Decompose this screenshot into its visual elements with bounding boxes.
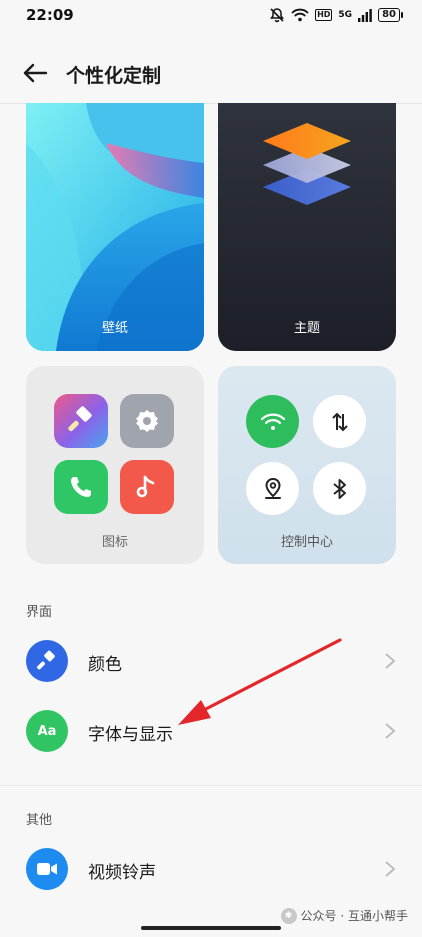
video-camera-icon [26, 848, 68, 890]
data-transfer-icon [331, 412, 348, 431]
theme-tile[interactable]: 主题 [218, 103, 396, 351]
watermark-text: 公众号 · 互通小帮手 [300, 909, 408, 923]
mobile-data-toggle [313, 395, 366, 448]
paint-brush-icon [26, 640, 68, 682]
chevron-right-icon [385, 723, 396, 739]
bluetooth-toggle [313, 462, 366, 515]
location-toggle [246, 462, 299, 515]
control-center-label: 控制中心 [280, 535, 333, 550]
color-label: 颜色 [88, 655, 122, 675]
icons-label: 图标 [101, 535, 128, 550]
font-aa-icon: Aa [26, 710, 68, 752]
arrow-left-icon [23, 63, 48, 83]
battery-indicator: 80 [378, 8, 403, 22]
font-aa-icon-text: Aa [37, 723, 57, 739]
wifi-icon [260, 413, 285, 430]
layers-icon [263, 123, 351, 205]
network-type: 5G [338, 10, 353, 20]
back-button[interactable] [20, 60, 50, 86]
settings-gear-app-icon [120, 394, 174, 448]
hd-badge: HD [315, 9, 333, 21]
status-bar: 22:09 HD 5G 80 [0, 0, 422, 30]
wallpaper-label: 壁纸 [101, 321, 128, 336]
signal-icon [358, 8, 372, 22]
font-display-label: 字体与显示 [88, 725, 173, 745]
watermark: ✱ 公众号 · 互通小帮手 [280, 907, 408, 924]
font-display-row[interactable]: Aa 字体与显示 [0, 700, 422, 764]
wallpaper-tile[interactable]: 壁纸 [26, 103, 204, 351]
video-ringtone-label: 视频铃声 [88, 863, 156, 883]
home-indicator[interactable] [141, 926, 281, 930]
location-pin-icon [264, 477, 281, 499]
video-ringtone-row[interactable]: 视频铃声 [0, 838, 422, 902]
page-title: 个性化定制 [66, 65, 162, 87]
paint-brush-app-icon [54, 394, 108, 448]
wifi-icon [291, 8, 309, 22]
mute-bell-icon [270, 8, 285, 23]
section-header-interface: 界面 [26, 605, 53, 620]
status-icons: HD 5G 80 [269, 7, 403, 23]
status-time: 22:09 [26, 6, 74, 24]
color-row[interactable]: 颜色 [0, 630, 422, 694]
wallpaper-preview [26, 103, 204, 351]
control-center-tile[interactable]: 控制中心 [218, 366, 396, 564]
chevron-right-icon [385, 653, 396, 669]
phone-app-icon [54, 460, 108, 514]
wechat-icon: ✱ [280, 907, 297, 924]
music-app-icon [120, 460, 174, 514]
chevron-right-icon [385, 861, 396, 877]
section-divider [0, 785, 422, 786]
nav-header: 个性化定制 [0, 48, 422, 100]
wifi-toggle [246, 395, 299, 448]
theme-label: 主题 [293, 321, 320, 336]
section-header-other: 其他 [26, 813, 53, 828]
bluetooth-icon [332, 478, 346, 499]
icons-tile[interactable]: 图标 [26, 366, 204, 564]
